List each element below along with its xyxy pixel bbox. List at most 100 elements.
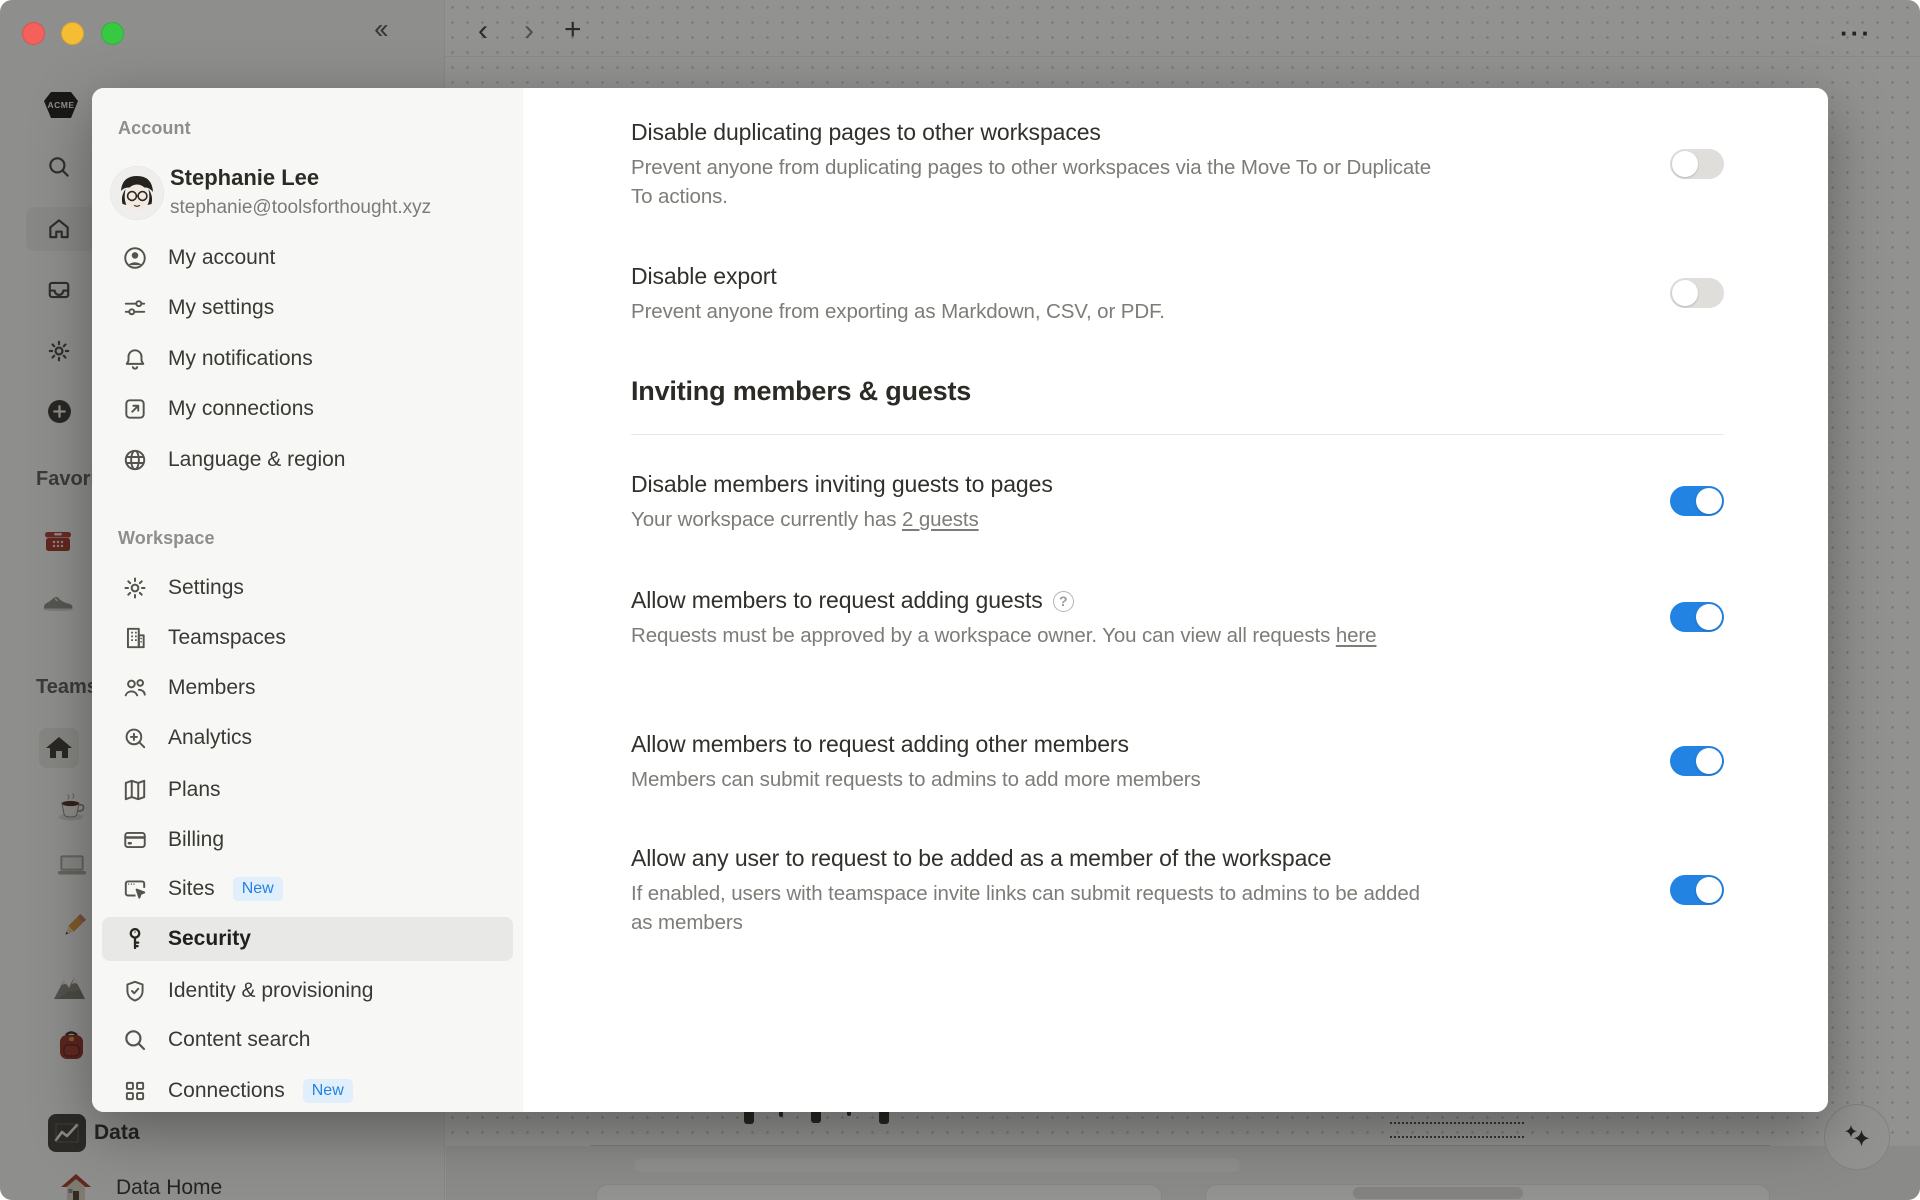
nav-item-settings[interactable]: Settings [102,566,513,610]
setting-description: Prevent anyone from duplicating pages to… [631,153,1446,211]
nav-item-content-search[interactable]: Content search [102,1018,513,1062]
nav-item-sites[interactable]: Sites New [102,867,513,911]
nav-item-label: Plans [168,778,221,802]
gear-icon [122,575,148,601]
requests-here-link[interactable]: here [1336,624,1377,647]
toggle-knob [1696,877,1722,903]
setting-title: Disable members inviting guests to pages [631,468,1053,500]
toggle-knob [1696,488,1722,514]
nav-item-security[interactable]: Security [102,917,513,961]
description-text: Requests must be approved by a workspace… [631,624,1336,647]
nav-item-members[interactable]: Members [102,666,513,710]
setting-description: If enabled, users with teamspace invite … [631,879,1446,937]
nav-item-analytics[interactable]: Analytics [102,716,513,760]
nav-item-label: Identity & provisioning [168,979,373,1003]
setting-description: Prevent anyone from exporting as Markdow… [631,297,1165,326]
nav-item-label: Settings [168,576,244,600]
setting-title: Disable export [631,260,1165,292]
toggle-disable-export[interactable] [1670,278,1724,308]
sliders-icon [122,295,148,321]
new-badge: New [233,877,283,901]
nav-item-label: My connections [168,397,314,421]
setting-row-disable-guest-invites: Disable members inviting guests to pages… [631,468,1724,534]
nav-item-my-account[interactable]: My account [102,236,513,280]
nav-item-plans[interactable]: Plans [102,768,513,812]
setting-description: Your workspace currently has 2 guests [631,505,1053,534]
toggle-knob [1672,151,1698,177]
bell-icon [122,346,148,372]
window-close-button[interactable] [22,22,45,45]
setting-row-request-members: Allow members to request adding other me… [631,728,1724,794]
section-divider [631,434,1724,435]
nav-item-label: Members [168,676,256,700]
nav-item-label: My settings [168,296,274,320]
key-icon [122,926,148,952]
setting-row-request-guests: Allow members to request adding guests? … [631,584,1724,650]
nav-item-label: Language & region [168,448,346,472]
description-text: Your workspace currently has [631,508,902,531]
shield-check-icon [122,978,148,1004]
nav-item-my-notifications[interactable]: My notifications [102,337,513,381]
people-icon [122,675,148,701]
nav-item-label: Security [168,927,251,951]
setting-row-disable-export: Disable export Prevent anyone from expor… [631,260,1724,326]
nav-item-label: My account [168,246,275,270]
nav-item-label: Analytics [168,726,252,750]
title-text: Allow members to request adding guests [631,587,1043,613]
browser-cursor-icon [122,876,148,902]
security-settings-panel: Disable duplicating pages to other works… [523,88,1828,1112]
nav-item-connections[interactable]: Connections New [102,1069,513,1112]
nav-item-label: Teamspaces [168,626,286,650]
window-minimize-button[interactable] [61,22,84,45]
app-window: ‹‹ ACME Favorites Teamspaces [0,0,1920,1200]
help-icon[interactable]: ? [1053,591,1074,612]
nav-item-label: Content search [168,1028,310,1052]
setting-description: Members can submit requests to admins to… [631,765,1201,794]
setting-row-any-user-request: Allow any user to request to be added as… [631,842,1724,937]
nav-item-billing[interactable]: Billing [102,818,513,862]
map-icon [122,777,148,803]
settings-nav: Account Stephanie Lee stephanie@toolsfor… [92,88,523,1112]
toggle-any-user-request[interactable] [1670,875,1724,905]
search-icon [122,1027,148,1053]
section-heading-inviting: Inviting members & guests [631,376,971,407]
credit-card-icon [122,827,148,853]
settings-modal: Account Stephanie Lee stephanie@toolsfor… [92,88,1828,1112]
building-icon [122,625,148,651]
toggle-knob [1672,280,1698,306]
magnifier-plus-icon [122,725,148,751]
toggle-disable-duplicating[interactable] [1670,149,1724,179]
nav-item-language-region[interactable]: Language & region [102,438,513,482]
account-section-label: Account [118,118,191,139]
nav-item-my-settings[interactable]: My settings [102,286,513,330]
setting-title: Allow any user to request to be added as… [631,842,1446,874]
toggle-disable-guest-invites[interactable] [1670,486,1724,516]
setting-title: Disable duplicating pages to other works… [631,116,1446,148]
setting-description: Requests must be approved by a workspace… [631,621,1376,650]
nav-item-label: Billing [168,828,224,852]
user-name: Stephanie Lee [170,164,319,192]
setting-title: Allow members to request adding guests? [631,584,1376,616]
workspace-section-label: Workspace [118,528,215,549]
arrow-out-box-icon [122,396,148,422]
globe-icon [122,447,148,473]
setting-row-disable-duplicating: Disable duplicating pages to other works… [631,116,1724,211]
toggle-request-members[interactable] [1670,746,1724,776]
nav-item-teamspaces[interactable]: Teamspaces [102,616,513,660]
guests-count-link[interactable]: 2 guests [902,508,979,531]
nav-item-label: Connections [168,1079,285,1103]
person-circle-icon [122,245,148,271]
nav-item-my-connections[interactable]: My connections [102,387,513,431]
nav-item-label: My notifications [168,347,313,371]
user-email: stephanie@toolsforthought.xyz [170,196,431,220]
toggle-request-guests[interactable] [1670,602,1724,632]
grid-icon [122,1078,148,1104]
new-badge: New [303,1079,353,1103]
nav-item-identity-provisioning[interactable]: Identity & provisioning [102,969,513,1013]
toggle-knob [1696,748,1722,774]
toggle-knob [1696,604,1722,630]
window-zoom-button[interactable] [101,22,124,45]
avatar[interactable] [111,167,163,219]
nav-item-label: Sites [168,877,215,901]
setting-title: Allow members to request adding other me… [631,728,1201,760]
